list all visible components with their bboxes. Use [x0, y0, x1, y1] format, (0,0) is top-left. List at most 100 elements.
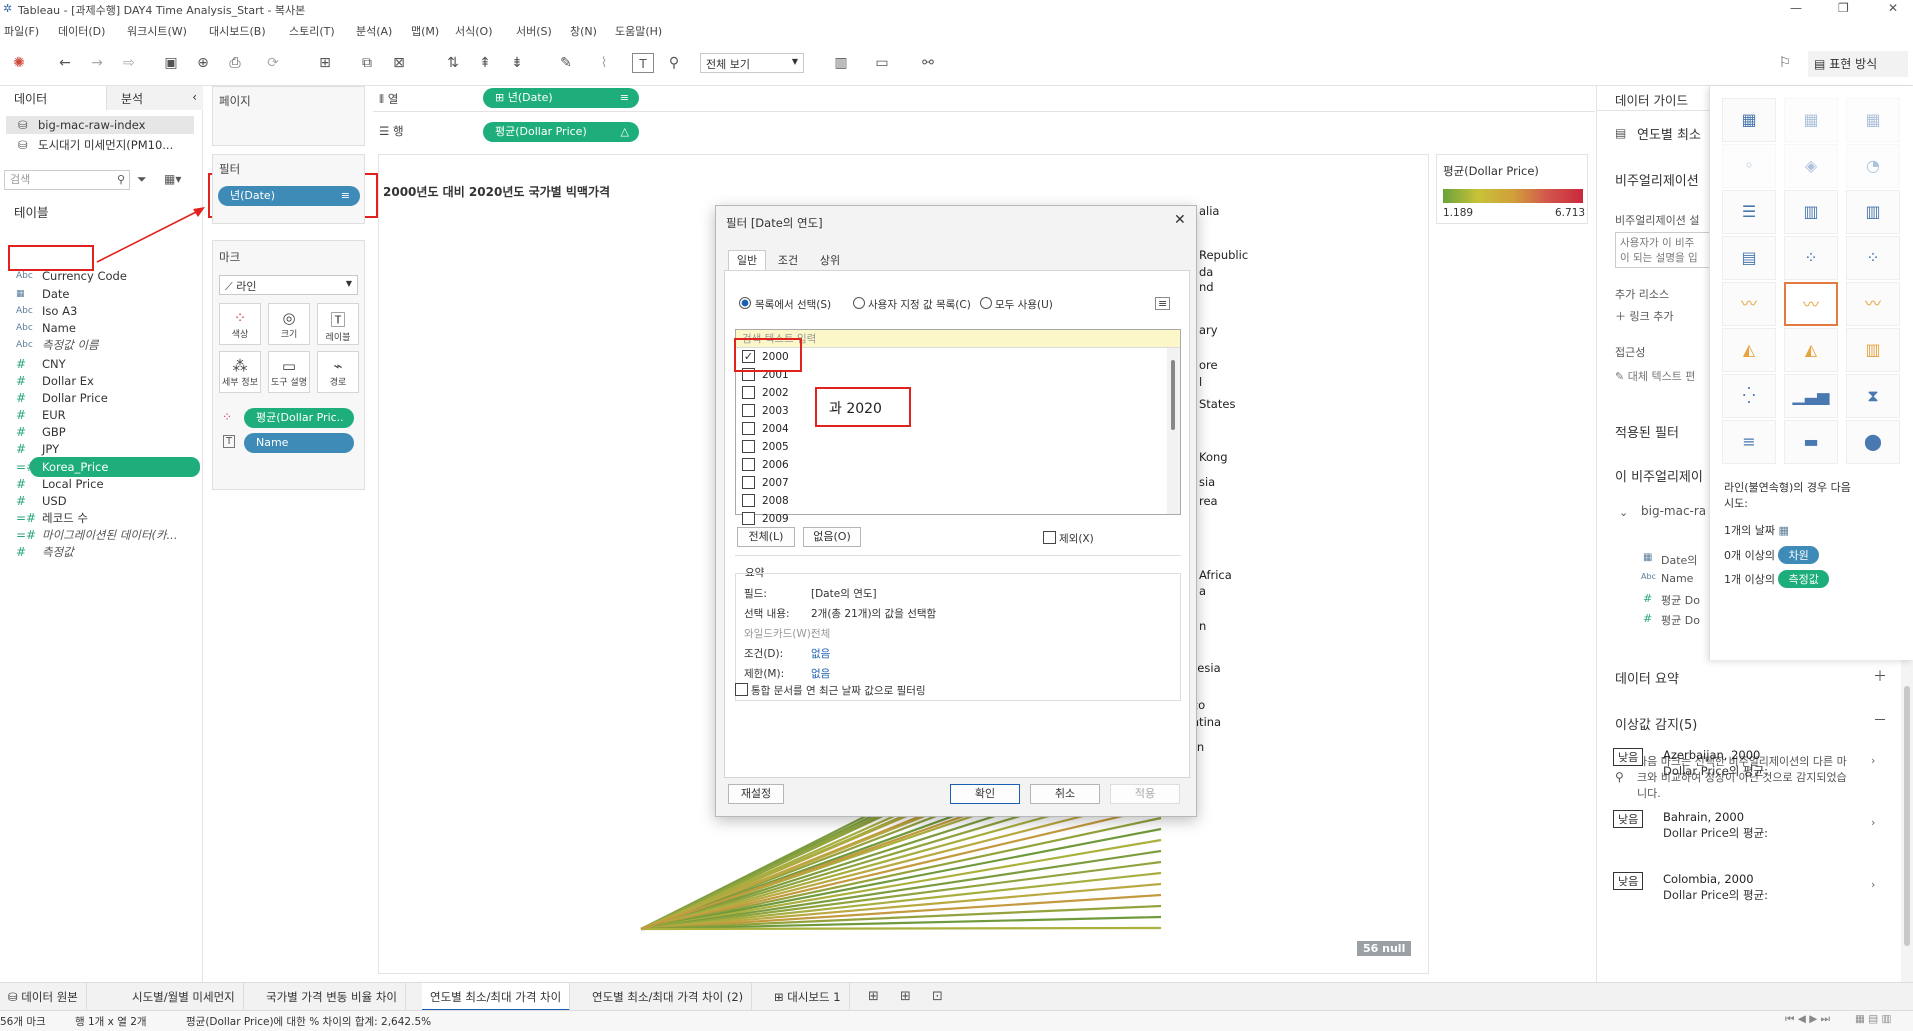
labels-toggle-icon[interactable]: T — [632, 53, 654, 73]
pages-card[interactable]: 페이지 — [212, 86, 365, 146]
filter-pill-year-date[interactable]: 년(Date) ≡ — [218, 186, 360, 206]
gantt-chart-icon[interactable]: ≡ — [1722, 420, 1776, 464]
tab-sheet[interactable]: 시도별/월별 미세먼지 — [124, 983, 244, 1011]
radio-custom-list[interactable] — [853, 297, 865, 309]
scrollbar-thumb[interactable] — [1904, 686, 1910, 946]
presentation-icon[interactable]: ▭ — [871, 53, 893, 73]
field-item[interactable]: Abc 측정값 이름 — [0, 335, 200, 355]
country-label[interactable]: rea — [1199, 494, 1218, 508]
pager-icon[interactable]: ⏮ ◀ ▶ ⏭ — [1785, 1013, 1830, 1026]
marks-pill-label[interactable]: Name — [244, 433, 354, 453]
collapse-minus-icon[interactable]: － — [1873, 710, 1887, 730]
add-link-button[interactable]: ＋ 링크 추가 — [1615, 308, 1673, 324]
country-label[interactable]: n — [1199, 619, 1206, 633]
close-icon[interactable]: ✕ — [1174, 212, 1186, 228]
tab-analysis[interactable]: 분석 ‹ — [106, 86, 203, 110]
outlier-item[interactable]: 낮음 Colombia, 2000 Dollar Price의 평균: › — [1613, 872, 1893, 912]
sort-asc-icon[interactable]: ⇞ — [474, 53, 496, 73]
country-label[interactable]: da — [1199, 265, 1213, 279]
circle-views-icon[interactable]: ⁘ — [1784, 236, 1838, 280]
summary-link[interactable]: 없음 — [811, 666, 830, 681]
side-by-side-bars-icon[interactable]: ▥ — [1846, 190, 1900, 234]
null-indicator[interactable]: 56 null — [1357, 941, 1412, 956]
pin-icon[interactable]: ⚲ — [663, 53, 685, 73]
year-checkbox[interactable] — [742, 476, 755, 489]
save-icon[interactable]: ▣ — [160, 53, 182, 73]
fit-view-select[interactable]: 전체 보기 ▼ — [700, 53, 804, 73]
viz-description-input[interactable]: 사용자가 이 비주 이 되는 설명을 입 — [1615, 232, 1715, 268]
refresh-icon[interactable]: ⟳ — [262, 53, 284, 73]
dual-combination-icon[interactable]: ▥ — [1846, 328, 1900, 372]
summary-link[interactable]: 없음 — [811, 646, 830, 661]
undo-icon[interactable]: ← — [54, 53, 76, 73]
tab-general[interactable]: 일반 — [728, 250, 766, 270]
new-datasource-icon[interactable]: ⊕ — [192, 53, 214, 73]
field-item[interactable]: # JPY — [0, 439, 200, 459]
sheet-sorter-icon[interactable]: ▦ ▤ ▥ — [1855, 1013, 1891, 1025]
mark-color-button[interactable]: ⁘ 색상 — [219, 303, 261, 345]
select-none-button[interactable]: 없음(O) — [803, 527, 861, 547]
value-search-input[interactable]: 검색 텍스트 입력 — [736, 330, 1180, 348]
slope-line[interactable] — [640, 827, 1162, 931]
highlight-icon[interactable]: ✎ — [555, 53, 577, 73]
new-dashboard-icon[interactable]: ⊞ — [900, 989, 911, 1004]
pause-updates-icon[interactable]: ⎙ — [224, 53, 246, 73]
expand-plus-icon[interactable]: ＋ — [1873, 666, 1887, 686]
pin-pane-icon[interactable]: ⚐ — [1774, 53, 1796, 73]
chevron-down-icon[interactable]: ⌄ — [1619, 506, 1628, 519]
filter-icon[interactable]: ⏷ — [137, 172, 147, 187]
dual-line-icon[interactable]: 〰 — [1846, 282, 1900, 326]
country-label[interactable]: nd — [1199, 280, 1214, 294]
edit-alt-text-button[interactable]: ✎ 대체 텍스트 편 — [1615, 368, 1695, 384]
menu-map[interactable]: 맵(M) — [411, 23, 439, 39]
scatter-plot-icon[interactable]: ⁛ — [1722, 374, 1776, 418]
country-label[interactable]: l — [1199, 375, 1202, 389]
country-label[interactable]: alia — [1199, 204, 1219, 218]
outlier-item[interactable]: 낮음 Bahrain, 2000 Dollar Price의 평균: › — [1613, 810, 1893, 850]
group-icon[interactable]: ⌇ — [593, 53, 615, 73]
radio-use-all[interactable] — [980, 297, 992, 309]
year-checkbox[interactable] — [742, 386, 755, 399]
heat-map-icon[interactable]: ▦ — [1784, 98, 1838, 142]
slope-line[interactable] — [640, 926, 1162, 931]
menu-dashboard[interactable]: 대시보드(B) — [209, 23, 266, 39]
new-story-icon[interactable]: ⊡ — [932, 989, 943, 1004]
text-table-icon[interactable]: ▦ — [1722, 98, 1776, 142]
highlight-table-icon[interactable]: ▦ — [1846, 98, 1900, 142]
area-continuous-icon[interactable]: ◭ — [1722, 328, 1776, 372]
menu-help[interactable]: 도움말(H) — [615, 23, 662, 39]
cancel-button[interactable]: 취소 — [1030, 784, 1100, 804]
country-label[interactable]: ary — [1199, 323, 1218, 337]
marks-pill-color[interactable]: 평균(Dollar Pric.. — [244, 408, 354, 428]
view-options-icon[interactable]: ▦▾ — [164, 172, 181, 186]
line-continuous-icon[interactable]: 〰 — [1722, 282, 1776, 326]
exclude-checkbox[interactable] — [1043, 531, 1056, 544]
outlier-item[interactable]: 낮음 Azerbaijan, 2000 Dollar Price의 평균: › — [1613, 748, 1893, 788]
reset-button[interactable]: 재설정 — [728, 784, 784, 804]
swap-icon[interactable]: ⇅ — [442, 53, 464, 73]
menu-story[interactable]: 스토리(T) — [289, 23, 335, 39]
minimize-icon[interactable]: — — [1790, 1, 1802, 15]
restore-icon[interactable]: ❐ — [1838, 1, 1849, 15]
menu-data[interactable]: 데이터(D) — [58, 23, 105, 39]
apply-button[interactable]: 적용 — [1110, 784, 1180, 804]
color-legend[interactable]: 평균(Dollar Price) 1.189 6.713 — [1436, 154, 1588, 224]
year-checkbox[interactable] — [742, 494, 755, 507]
pie-chart-icon[interactable]: ◔ — [1846, 144, 1900, 188]
mark-type-select[interactable]: ⟋ 라인 ▼ — [219, 275, 358, 295]
datasource-item[interactable]: ⛁ 도시대기 미세먼지(PM10... — [6, 136, 194, 154]
menu-file[interactable]: 파일(F) — [4, 23, 39, 39]
duplicate-icon[interactable]: ⧉ — [356, 53, 378, 73]
sort-desc-icon[interactable]: ⇟ — [506, 53, 528, 73]
list-scrollbar[interactable] — [1167, 348, 1180, 514]
field-item[interactable]: # 측정값 — [0, 542, 200, 562]
country-label[interactable]: ore — [1199, 358, 1218, 372]
mark-size-button[interactable]: ◎ 크기 — [268, 303, 310, 345]
packed-bubbles-icon[interactable]: ⬤ — [1846, 420, 1900, 464]
histogram-icon[interactable]: ▁▃▅ — [1784, 374, 1838, 418]
mark-detail-button[interactable]: ⁂ 세부 정보 — [219, 351, 261, 393]
tab-condition[interactable]: 조건 — [768, 251, 808, 270]
year-checkbox[interactable] — [742, 458, 755, 471]
new-worksheet-icon[interactable]: ⊞ — [868, 989, 879, 1004]
latest-date-checkbox[interactable] — [735, 683, 748, 696]
